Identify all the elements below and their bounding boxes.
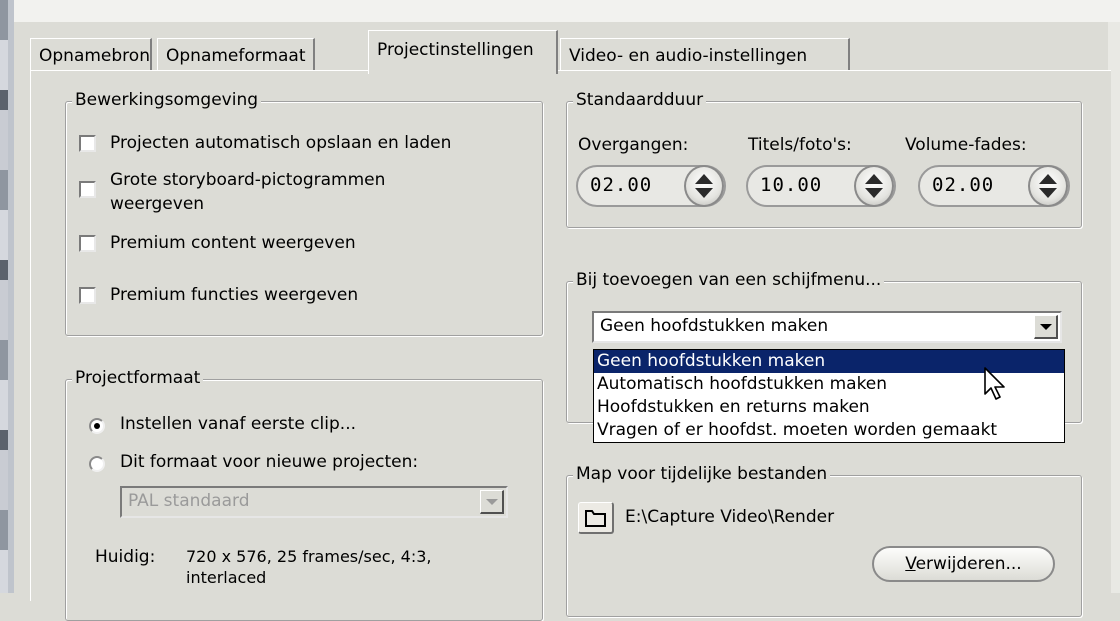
spinner-value[interactable]: 10.00 <box>760 174 822 196</box>
spinner-transitions[interactable]: 02.00 <box>576 165 726 207</box>
current-format-value: 720 x 576, 25 frames/sec, 4:3, <box>186 547 432 566</box>
spinner-value[interactable]: 02.00 <box>590 174 652 196</box>
chevron-down-icon[interactable] <box>480 490 504 514</box>
spinner-arrows-icon[interactable] <box>1028 165 1068 207</box>
group-legend: Map voor tijdelijke bestanden <box>573 464 831 484</box>
radio-label: Dit formaat voor nieuwe projecten: <box>120 452 419 472</box>
checkbox-label: Premium functies weergeven <box>110 285 359 305</box>
tab-projectinstellingen[interactable]: Projectinstellingen <box>368 30 558 74</box>
spinner-label: Volume-fades: <box>905 135 1027 155</box>
spinner-value[interactable]: 02.00 <box>932 174 994 196</box>
tab-opnameformaat[interactable]: Opnameformaat <box>157 38 315 72</box>
group-legend: Bij toevoegen van een schijfmenu... <box>573 270 885 290</box>
checkbox-premium-functions[interactable] <box>79 287 96 304</box>
radio-this-format[interactable] <box>89 456 105 472</box>
disc-menu-select[interactable]: Geen hoofdstukken maken <box>592 311 1062 343</box>
delete-button[interactable]: Verwijderen... <box>872 546 1055 582</box>
format-select[interactable]: PAL standaard <box>120 486 508 518</box>
chevron-down-icon[interactable] <box>1034 315 1058 339</box>
button-mnemonic: V <box>905 554 916 574</box>
tab-opnamebron[interactable]: Opnamebron <box>30 38 152 72</box>
checkbox-premium-content[interactable] <box>79 235 96 252</box>
current-format-label: Huidig: <box>95 547 156 567</box>
background-top-band <box>14 0 1120 22</box>
checkbox-label: Projecten automatisch opslaan en laden <box>110 133 452 153</box>
checkbox-autosave[interactable] <box>79 135 96 152</box>
spinner-arrows-icon[interactable] <box>854 165 894 207</box>
radio-label: Instellen vanaf eerste clip... <box>120 414 356 434</box>
browse-folder-button[interactable] <box>578 502 614 534</box>
checkbox-label: Premium content weergeven <box>110 233 356 253</box>
tab-label: Opnamebron <box>39 46 150 66</box>
button-label: erwijderen... <box>915 554 1022 574</box>
folder-icon <box>585 510 606 527</box>
spinner-arrows-icon[interactable] <box>684 165 724 207</box>
radio-from-first-clip[interactable] <box>89 418 105 434</box>
checkbox-label: Grote storyboard-pictogrammen <box>110 170 386 190</box>
tab-label: Projectinstellingen <box>377 40 534 60</box>
mouse-cursor-icon <box>984 367 1005 400</box>
current-format-value: interlaced <box>186 568 267 587</box>
group-legend: Standaardduur <box>573 90 707 110</box>
background-window-edge <box>0 0 14 593</box>
spinner-titles[interactable]: 10.00 <box>746 165 896 207</box>
temp-folder-path: E:\Capture Video\Render <box>625 507 835 527</box>
spinner-label: Titels/foto's: <box>748 135 852 155</box>
tab-label: Video- en audio-instellingen <box>569 46 808 66</box>
spinner-label: Overgangen: <box>578 135 689 155</box>
tab-video-audio[interactable]: Video- en audio-instellingen <box>560 38 850 72</box>
spinner-volume-fades[interactable]: 02.00 <box>918 165 1070 207</box>
select-value: Geen hoofdstukken maken <box>600 316 829 336</box>
group-legend: Bewerkingsomgeving <box>72 90 262 110</box>
group-legend: Projectformaat <box>72 368 204 388</box>
checkbox-large-icons[interactable] <box>79 181 96 198</box>
dropdown-option[interactable]: Vragen of er hoofdst. moeten worden gema… <box>594 419 1064 442</box>
select-value: PAL standaard <box>128 491 250 511</box>
checkbox-label: weergeven <box>110 194 205 214</box>
tab-label: Opnameformaat <box>166 46 306 66</box>
